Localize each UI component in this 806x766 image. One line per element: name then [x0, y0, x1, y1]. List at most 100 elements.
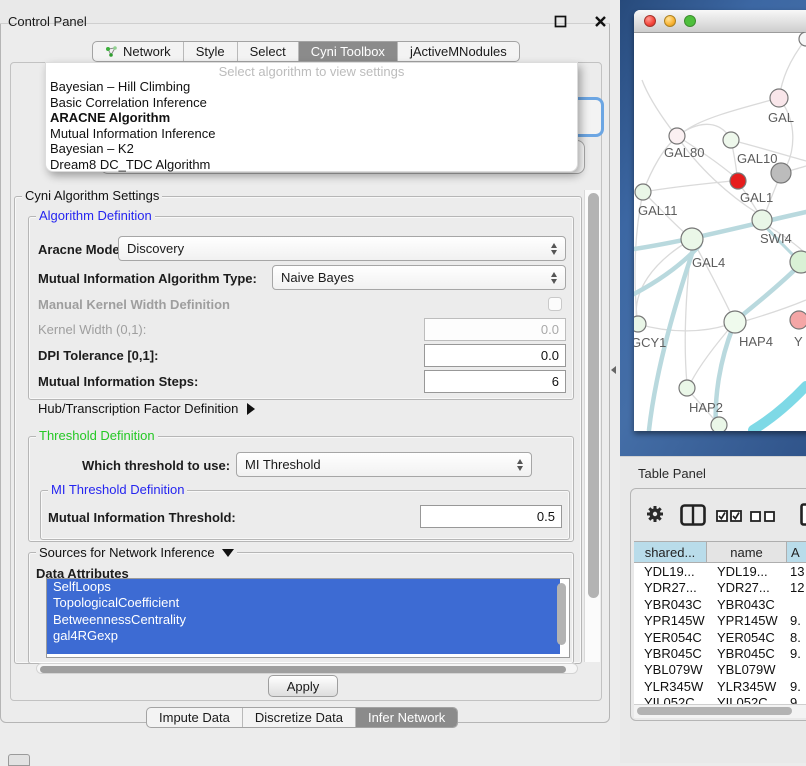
float-window-icon[interactable] [554, 15, 567, 28]
attribute-item-topologicalcoefficient[interactable]: TopologicalCoefficient [47, 595, 560, 611]
dropdown-item-basic-correlation-inference[interactable]: Basic Correlation Inference [46, 95, 577, 111]
close-icon[interactable] [594, 15, 607, 28]
node-label-y: Y [794, 334, 803, 349]
table-row[interactable]: YPR145WYPR145W9. [634, 612, 806, 628]
network-node[interactable] [771, 163, 791, 183]
dropdown-item-dream8-dc-tdc-algorithm[interactable]: Dream8 DC_TDC Algorithm [46, 157, 577, 173]
table-cell: YLR345W [644, 679, 703, 694]
data-attributes-list[interactable]: SelfLoopsTopologicalCoefficientBetweenne… [46, 578, 570, 658]
mi-type-label: Mutual Information Algorithm Type: [38, 271, 257, 286]
select-all-icon[interactable] [716, 510, 742, 522]
table-hscrollbar-thumb[interactable] [637, 707, 792, 715]
which-threshold-combobox[interactable]: MI Threshold [236, 452, 532, 477]
network-node-hap4[interactable] [724, 311, 746, 333]
tab-cyni-toolbox[interactable]: Cyni Toolbox [298, 42, 397, 61]
attribute-item-selfloops[interactable]: SelfLoops [47, 579, 560, 595]
zoom-traffic-light[interactable] [684, 15, 696, 27]
table-header: shared... name A [634, 541, 806, 563]
column-header-shared[interactable]: shared... [634, 541, 707, 563]
table-row[interactable]: YER054CYER054C8. [634, 629, 806, 645]
network-node[interactable] [799, 32, 806, 46]
control-panel-tabbar: NetworkStyleSelectCyni Toolbox jActiveMNo… [92, 41, 520, 62]
tab-label: jActiveMNodules [410, 44, 507, 59]
mi-type-combobox[interactable]: Naive Bayes [272, 265, 566, 290]
settings-hscrollbar[interactable] [36, 663, 578, 674]
gear-icon[interactable] [646, 505, 664, 523]
kernel-width-field[interactable]: 0.0 [424, 318, 566, 341]
table-row[interactable]: YLR345WYLR345W9. [634, 678, 806, 694]
sources-group-title[interactable]: Sources for Network Inference [36, 546, 237, 560]
table-row[interactable]: YDR27...YDR27...12 [634, 579, 806, 595]
settings-hscrollbar-thumb[interactable] [40, 666, 566, 673]
table-cell: 13 [790, 564, 804, 579]
dpi-tolerance-field[interactable]: 0.0 [424, 344, 566, 367]
tab-discretize-data[interactable]: Discretize Data [242, 708, 355, 727]
column-header-name[interactable]: name [707, 541, 787, 563]
splitter-collapse-arrow[interactable] [611, 366, 616, 374]
bottom-edge-partial-button[interactable] [8, 754, 30, 766]
hub-definition-expander[interactable]: Hub/Transcription Factor Definition [38, 400, 255, 417]
mi-threshold-field[interactable]: 0.5 [420, 505, 562, 528]
network-node-gal11[interactable] [635, 184, 651, 200]
table-row[interactable]: YBR043CYBR043C [634, 596, 806, 612]
network-node-swi4[interactable] [790, 251, 806, 273]
list-vscrollbar-thumb[interactable] [557, 583, 566, 645]
minimize-traffic-light[interactable] [664, 15, 676, 27]
table-row[interactable]: YBL079WYBL079W [634, 661, 806, 677]
settings-vscrollbar[interactable] [584, 190, 600, 662]
table-cell: YBL079W [644, 662, 703, 677]
tab-jactivemnodules[interactable]: jActiveMNodules [397, 42, 519, 61]
dropdown-item-bayesian-hill-climbing[interactable]: Bayesian – Hill Climbing [46, 79, 577, 95]
table-cell: YLR345W [717, 679, 776, 694]
column-header-next[interactable]: A [787, 541, 806, 563]
attribute-item-gal4rgexp[interactable]: gal4RGexp [47, 628, 560, 644]
node-label-gal: GAL [768, 110, 794, 125]
network-canvas[interactable]: GALGAL80GAL10GAL1GAL11SWI4GAL4GCY1HAP4YH… [634, 32, 806, 431]
network-node-y[interactable] [790, 311, 806, 329]
network-node-gal80[interactable] [669, 128, 685, 144]
dropdown-item-mutual-information-inference[interactable]: Mutual Information Inference [46, 126, 577, 142]
mi-type-value: Naive Bayes [281, 270, 354, 285]
aracne-mode-combobox[interactable]: Discovery [118, 236, 566, 261]
spinner-arrows-icon [551, 243, 558, 255]
network-node-gal10[interactable] [723, 132, 739, 148]
network-window[interactable]: GALGAL80GAL10GAL1GAL11SWI4GAL4GCY1HAP4YH… [634, 10, 806, 431]
network-node-gcy1[interactable] [634, 316, 646, 332]
network-window-titlebar[interactable] [634, 10, 806, 33]
tab-style[interactable]: Style [183, 42, 237, 61]
tab-network[interactable]: Network [93, 42, 183, 61]
manual-kernel-checkbox[interactable] [548, 297, 562, 311]
attribute-item-partial[interactable] [47, 644, 560, 654]
dpi-tolerance-label: DPI Tolerance [0,1]: [38, 348, 158, 363]
apply-button[interactable]: Apply [268, 675, 338, 697]
tab-select[interactable]: Select [237, 42, 298, 61]
network-node-gal4[interactable] [681, 228, 703, 250]
table-body: YDL19...YDL19...13YDR27...YDR27...12YBR0… [634, 563, 806, 704]
network-node[interactable] [711, 417, 727, 431]
dropdown-item-bayesian-k2[interactable]: Bayesian – K2 [46, 141, 577, 157]
collapse-arrow-icon [222, 549, 234, 557]
network-node-hap2[interactable] [679, 380, 695, 396]
network-node-gal1[interactable] [752, 210, 772, 230]
table-cell: YDL19... [717, 564, 768, 579]
attribute-item-betweennesscentrality[interactable]: BetweennessCentrality [47, 612, 560, 628]
mi-steps-field[interactable]: 6 [424, 370, 566, 393]
table-row[interactable]: YDL19...YDL19...13 [634, 563, 806, 579]
tab-impute-data[interactable]: Impute Data [147, 708, 242, 727]
close-traffic-light[interactable] [644, 15, 656, 27]
tab-label: Discretize Data [255, 710, 343, 725]
settings-vscrollbar-thumb[interactable] [588, 193, 599, 598]
node-label-swi4: SWI4 [760, 231, 792, 246]
table-hscrollbar[interactable] [634, 704, 806, 718]
split-columns-icon[interactable] [680, 504, 706, 526]
deselect-all-icon[interactable] [750, 511, 775, 522]
network-node-gal[interactable] [770, 89, 788, 107]
tab-infer-network[interactable]: Infer Network [355, 708, 457, 727]
table-cell: YER054C [644, 630, 702, 645]
page-icon[interactable] [800, 503, 806, 527]
network-node[interactable] [730, 173, 746, 189]
table-row[interactable]: YIL052CYIL052C9. [634, 694, 806, 704]
dropdown-item-aracne-algorithm[interactable]: ARACNE Algorithm [46, 110, 577, 126]
table-row[interactable]: YBR045CYBR045C9. [634, 645, 806, 661]
spinner-arrows-icon [517, 459, 524, 471]
